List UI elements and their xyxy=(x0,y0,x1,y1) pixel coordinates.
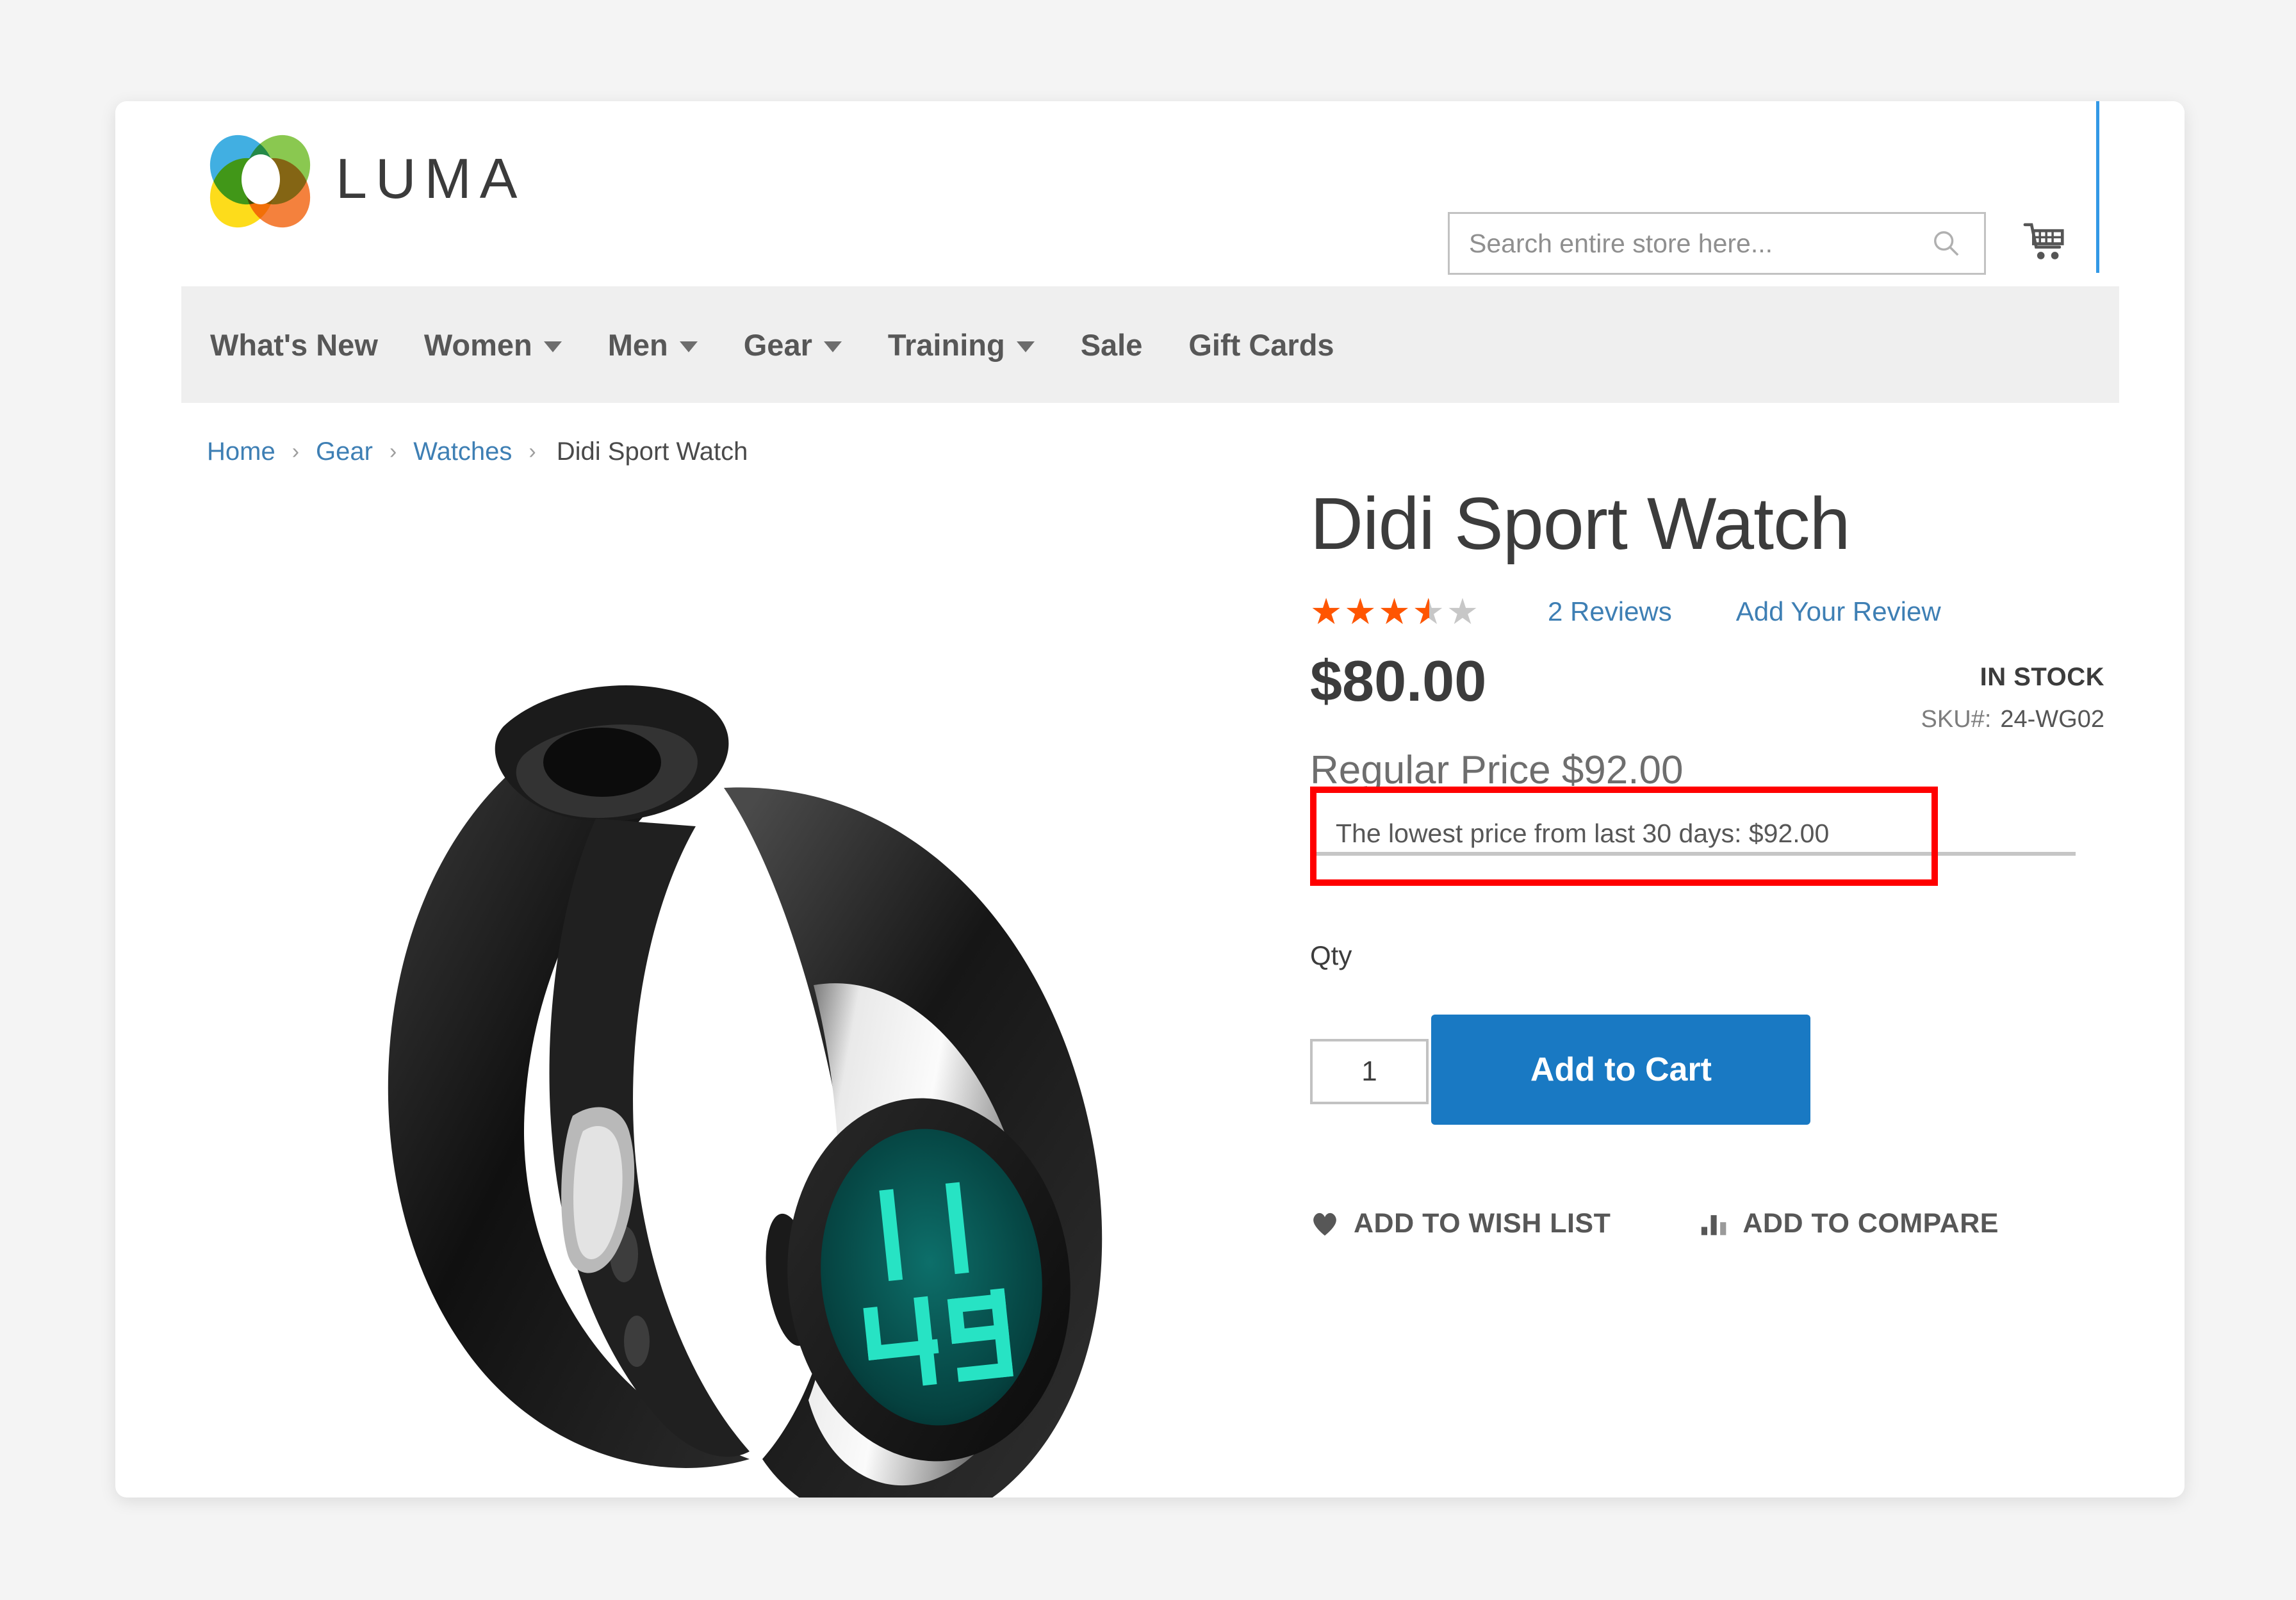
compare-label: ADD TO COMPARE xyxy=(1742,1207,1999,1239)
nav-item-training[interactable]: Training xyxy=(888,327,1035,363)
watch-illustration xyxy=(388,685,1103,1498)
rating-row: ★★★★★ ★★★★★ 2 Reviews Add Your Review xyxy=(1310,593,2104,630)
sku-label: SKU#: xyxy=(1921,705,1992,733)
chevron-down-icon xyxy=(1016,341,1035,352)
breadcrumb-item-current: Didi Sport Watch xyxy=(556,437,748,466)
product-image[interactable] xyxy=(211,562,1288,1498)
site-logo[interactable]: LUMA xyxy=(197,123,526,240)
product-info: Didi Sport Watch ★★★★★ ★★★★★ 2 Reviews A… xyxy=(1310,486,2104,1239)
secondary-actions: ADD TO WISH LIST ADD TO COMPARE xyxy=(1310,1208,2104,1239)
nav-label: Training xyxy=(887,327,1005,362)
stock-and-sku: IN STOCK SKU#: 24-WG02 xyxy=(1921,649,2104,733)
breadcrumb-item-gear[interactable]: Gear xyxy=(316,437,373,466)
lowest-price-zone: The lowest price from last 30 days: $92.… xyxy=(1310,786,2104,901)
search-box[interactable] xyxy=(1448,212,1986,275)
breadcrumb: Home › Gear › Watches › Didi Sport Watch xyxy=(207,437,748,466)
storefront-page-card: LUMA What's New xyxy=(115,101,2185,1498)
highlight-annotation-box xyxy=(1310,786,1938,886)
nav-label: Gear xyxy=(743,327,812,362)
status-badge: IN STOCK xyxy=(1980,662,2104,691)
chevron-down-icon xyxy=(543,341,562,352)
bar-chart-icon xyxy=(1702,1215,1726,1236)
nav-item-gift-cards[interactable]: Gift Cards xyxy=(1188,327,1334,363)
viewport-edge-line xyxy=(2096,101,2099,273)
price-row: $80.00 IN STOCK SKU#: 24-WG02 xyxy=(1310,649,2104,733)
search-icon[interactable] xyxy=(1931,229,1961,258)
star-rating[interactable]: ★★★★★ ★★★★★ xyxy=(1310,593,1480,630)
sku-value: 24-WG02 xyxy=(2000,705,2104,733)
nav-label: Gift Cards xyxy=(1188,327,1334,362)
stars-filled-icon: ★★★★★ xyxy=(1310,593,1429,630)
add-review-link[interactable]: Add Your Review xyxy=(1736,596,1941,627)
luma-petals-logo-icon xyxy=(197,123,323,240)
shopping-cart-icon[interactable] xyxy=(2023,221,2068,266)
search-input[interactable] xyxy=(1450,214,1984,273)
nav-item-gear[interactable]: Gear xyxy=(744,327,842,363)
nav-label: Women xyxy=(423,327,532,362)
nav-label: What's New xyxy=(210,327,378,362)
nav-item-men[interactable]: Men xyxy=(608,327,698,363)
reviews-count-link[interactable]: 2 Reviews xyxy=(1548,596,1672,627)
wishlist-label: ADD TO WISH LIST xyxy=(1354,1207,1611,1239)
page-title: Didi Sport Watch xyxy=(1310,483,1851,565)
breadcrumb-separator-icon: › xyxy=(291,439,300,464)
breadcrumb-separator-icon: › xyxy=(389,439,397,464)
qty-input[interactable] xyxy=(1310,1038,1429,1104)
chevron-down-icon xyxy=(679,341,698,352)
chevron-down-icon xyxy=(823,341,842,352)
nav-label: Sale xyxy=(1080,327,1143,362)
heart-icon xyxy=(1313,1213,1336,1236)
breadcrumb-item-home[interactable]: Home xyxy=(207,437,275,466)
nav-item-sale[interactable]: Sale xyxy=(1081,327,1143,363)
add-to-compare-link[interactable]: ADD TO COMPARE xyxy=(1700,1208,1999,1239)
add-to-wishlist-link[interactable]: ADD TO WISH LIST xyxy=(1310,1208,1611,1239)
sku-row: SKU#: 24-WG02 xyxy=(1921,706,2104,733)
breadcrumb-item-watches[interactable]: Watches xyxy=(413,437,512,466)
nav-label: Men xyxy=(607,327,668,362)
qty-label: Qty xyxy=(1310,940,1352,970)
nav-item-women[interactable]: Women xyxy=(424,327,562,363)
add-to-cart-button[interactable]: Add to Cart xyxy=(1431,1014,1811,1125)
site-header: LUMA xyxy=(115,101,2185,287)
logo-wordmark: LUMA xyxy=(336,147,526,210)
breadcrumb-separator-icon: › xyxy=(529,439,536,464)
product-price: $80.00 xyxy=(1310,649,1487,714)
main-navigation: What's New Women Men Gear Training Sale … xyxy=(181,286,2119,403)
search-container xyxy=(1448,212,1986,275)
nav-item-whats-new[interactable]: What's New xyxy=(210,327,378,363)
